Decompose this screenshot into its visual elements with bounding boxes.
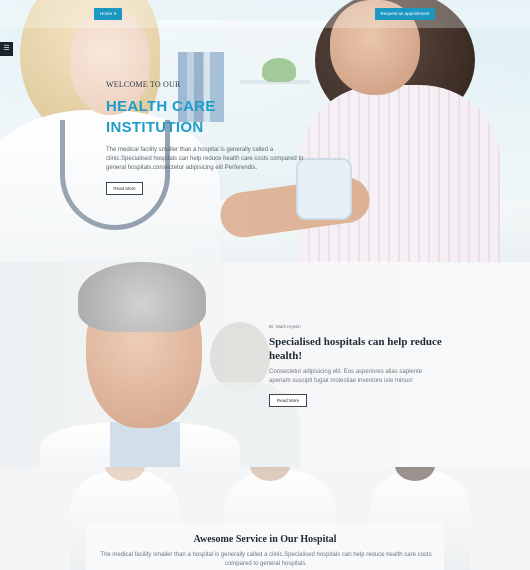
- doctor-feature-section: [0, 262, 530, 467]
- hero-description: The medical facility smaller than a hosp…: [106, 147, 304, 171]
- request-appointment-button[interactable]: Request an appointment: [375, 8, 435, 20]
- sliders-icon[interactable]: ☰: [0, 42, 13, 56]
- nav-home-button[interactable]: Home ▾: [94, 8, 123, 20]
- hero-section: Home ▾ Request an appointment ☰ WELCOME T…: [0, 0, 530, 262]
- feature-read-more-button[interactable]: Read More: [269, 394, 307, 407]
- nav-home-label: Home: [100, 11, 113, 16]
- feature-author: Dr. Mark Hyssin: [269, 324, 301, 329]
- services-title: Awesome Service in Our Hospital: [193, 534, 337, 545]
- top-navigation: Home ▾ Request an appointment: [0, 0, 530, 28]
- feature-title: Specialised hospitals can help reduce he…: [269, 336, 442, 362]
- chevron-down-icon: ▾: [114, 11, 117, 16]
- services-description: The medical facility smaller than a hosp…: [100, 552, 432, 567]
- feature-description: Consectetur adipisicing elit. Eos asperi…: [269, 369, 423, 384]
- hero-title: HEALTH CARE INSTITUTION: [106, 98, 216, 136]
- hero-kicker: WELCOME TO OUR: [106, 80, 181, 89]
- hero-read-more-button[interactable]: Read More: [106, 182, 143, 195]
